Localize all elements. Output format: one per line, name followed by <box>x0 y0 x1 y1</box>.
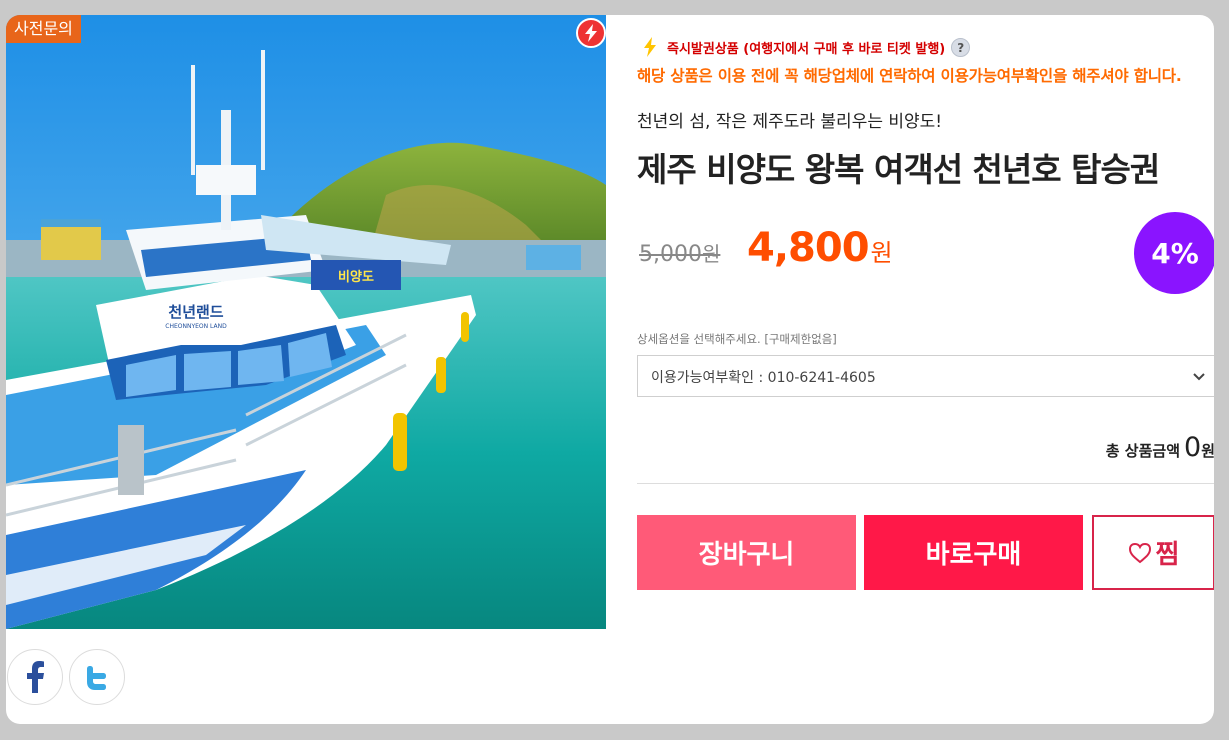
twitter-icon <box>87 666 106 690</box>
original-price-value: 5,000 <box>639 242 702 267</box>
instant-bolt-icon <box>576 18 606 48</box>
product-card: 천년랜드 CHEONNYEON LAND 비양도 사전문의 즉시발권상품 (여행… <box>6 15 1214 724</box>
pre-inquiry-badge: 사전문의 <box>6 15 81 43</box>
twitter-share-button[interactable] <box>69 649 125 705</box>
ship-sign: 천년랜드 <box>168 303 223 321</box>
sale-price: 4,800원 <box>747 225 893 271</box>
ferry-image: 천년랜드 CHEONNYEON LAND 비양도 <box>6 15 606 629</box>
wish-label: 찜 <box>1155 540 1180 570</box>
ship-banner: 비양도 <box>338 270 374 285</box>
product-subtitle: 천년의 섬, 작은 제주도라 불리우는 비양도! <box>637 112 943 132</box>
facebook-icon <box>27 661 44 693</box>
original-price: 5,000원 <box>639 238 720 267</box>
product-photo[interactable]: 천년랜드 CHEONNYEON LAND 비양도 사전문의 <box>6 15 606 629</box>
ship-sign-sub: CHEONNYEON LAND <box>165 323 227 330</box>
cart-button[interactable]: 장바구니 <box>637 515 856 590</box>
instant-issue-row: 즉시발권상품 (여행지에서 구매 후 바로 티켓 발행) ? <box>643 37 971 57</box>
product-title: 제주 비양도 왕복 여객선 천년호 탑승권 <box>637 150 1160 189</box>
option-selected-value: 이용가능여부확인 : 010-6241-4605 <box>651 370 876 386</box>
discount-badge: 4% <box>1134 212 1214 294</box>
total-unit: 원 <box>1201 442 1214 460</box>
total-label: 총 상품금액 <box>1105 442 1180 460</box>
total-value: 0 <box>1184 432 1202 463</box>
total-amount: 총 상품금액 0원 <box>1106 432 1214 463</box>
sale-price-value: 4,800 <box>747 225 870 271</box>
chevron-down-icon <box>1193 373 1205 381</box>
buy-now-button[interactable]: 바로구매 <box>864 515 1083 590</box>
original-price-unit: 원 <box>701 242 721 266</box>
option-select[interactable]: 이용가능여부확인 : 010-6241-4605 <box>637 355 1214 397</box>
facebook-share-button[interactable] <box>7 649 63 705</box>
sale-price-unit: 원 <box>870 239 893 267</box>
instant-issue-text: 즉시발권상품 (여행지에서 구매 후 바로 티켓 발행) <box>667 41 946 57</box>
heart-icon <box>1128 542 1151 563</box>
wish-button[interactable]: 찜 <box>1092 515 1214 590</box>
help-icon[interactable]: ? <box>951 37 971 57</box>
contact-notice: 해당 상품은 이용 전에 꼭 해당업체에 연락하여 이용가능여부확인을 해주셔야… <box>637 67 1182 85</box>
option-label: 상세옵션을 선택해주세요. [구매제한없음] <box>637 332 837 346</box>
lightning-icon <box>644 37 656 57</box>
divider <box>637 483 1214 484</box>
